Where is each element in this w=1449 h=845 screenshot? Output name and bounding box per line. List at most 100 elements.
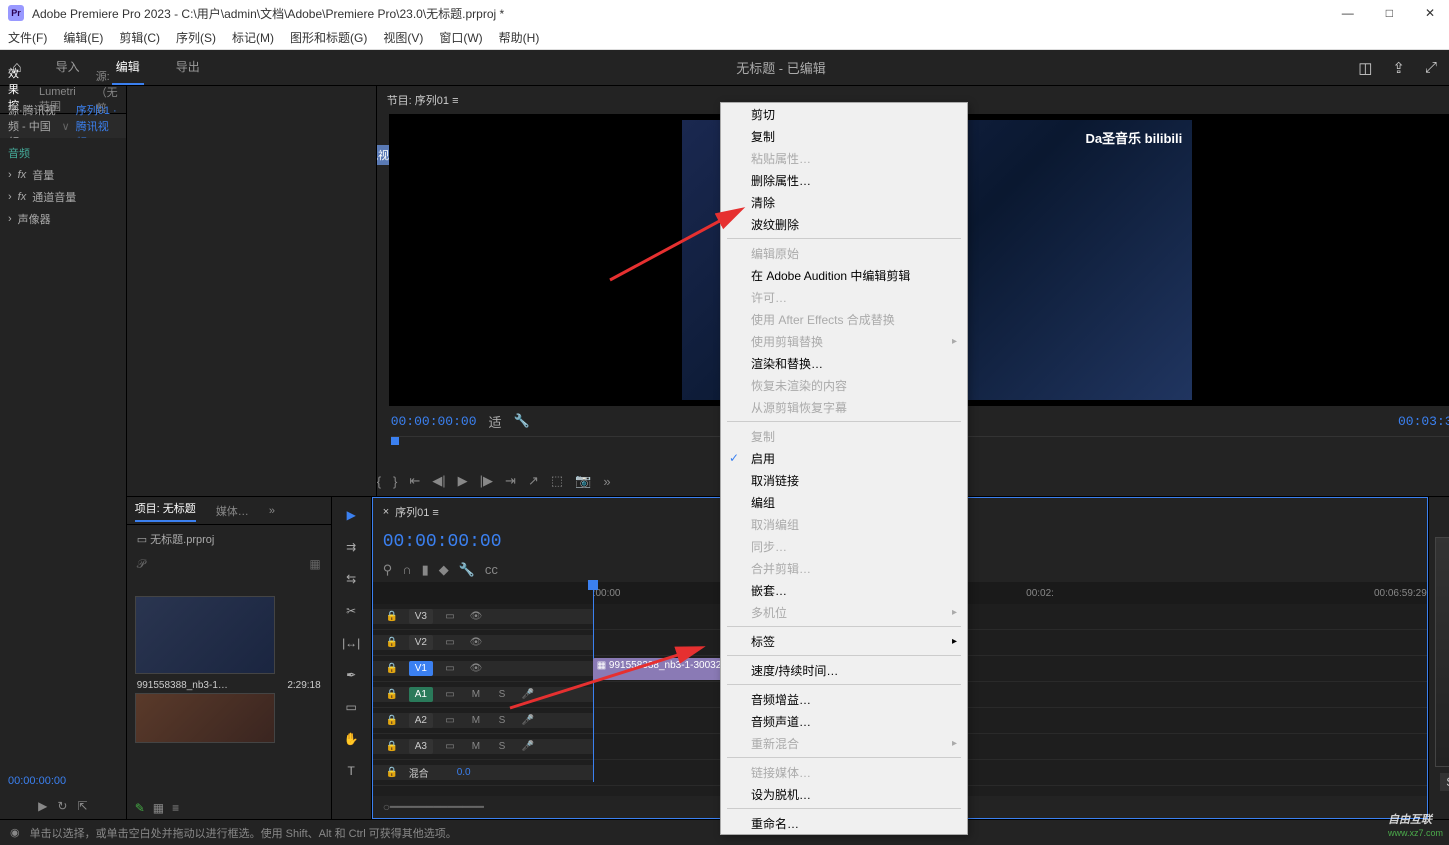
- menu-graphics[interactable]: 图形和标题(G): [290, 29, 367, 46]
- zoom-slider[interactable]: ○━━━━━━━━━━━━━: [383, 800, 484, 814]
- menu-cut[interactable]: 剪切: [721, 103, 967, 125]
- menu-rename[interactable]: 重命名…: [721, 812, 967, 834]
- tab-export[interactable]: 导出: [172, 50, 204, 85]
- audio-section[interactable]: 音频: [8, 145, 30, 161]
- mic-icon[interactable]: 🎤: [519, 689, 537, 700]
- cc-icon[interactable]: ◉: [10, 826, 20, 839]
- solo-button[interactable]: S: [1440, 773, 1449, 791]
- menu-nest[interactable]: 嵌套…: [721, 579, 967, 601]
- menu-edit[interactable]: 编辑(E): [63, 29, 103, 46]
- lift-icon[interactable]: ⬚: [551, 473, 563, 489]
- eye-icon[interactable]: 👁: [467, 637, 485, 648]
- menu-remove-attributes[interactable]: 删除属性…: [721, 169, 967, 191]
- maximize-button[interactable]: □: [1380, 6, 1399, 20]
- menu-replace-clip[interactable]: 使用剪辑替换: [721, 330, 967, 352]
- menu-sync[interactable]: 同步…: [721, 535, 967, 557]
- menu-unlink[interactable]: 取消链接: [721, 469, 967, 491]
- ripple-edit-tool[interactable]: ⇆: [339, 567, 363, 591]
- menu-license[interactable]: 许可…: [721, 286, 967, 308]
- rectangle-tool[interactable]: ▭: [339, 695, 363, 719]
- menu-make-offline[interactable]: 设为脱机…: [721, 783, 967, 805]
- tab-more[interactable]: »: [269, 505, 275, 517]
- export-icon[interactable]: ⇱: [77, 799, 87, 813]
- slip-tool[interactable]: |↔|: [339, 631, 363, 655]
- menu-restore-captions[interactable]: 从源剪辑恢复字幕: [721, 396, 967, 418]
- tab-project[interactable]: 项目: 无标题: [135, 500, 196, 522]
- link-icon[interactable]: ∩: [402, 562, 411, 578]
- pen-icon[interactable]: ✎: [135, 801, 145, 815]
- play-icon[interactable]: ▶: [458, 473, 468, 489]
- menu-edit-audition[interactable]: 在 Adobe Audition 中编辑剪辑: [721, 264, 967, 286]
- track-label-a3[interactable]: A3: [409, 739, 433, 754]
- media-thumbnail[interactable]: [135, 693, 275, 743]
- snap-icon[interactable]: ⚲: [383, 562, 393, 578]
- lock-icon[interactable]: 🔒: [383, 663, 401, 674]
- tab-media[interactable]: 媒体…: [216, 503, 249, 519]
- type-tool[interactable]: T: [339, 759, 363, 783]
- menu-file[interactable]: 文件(F): [8, 29, 47, 46]
- search-icon[interactable]: 𝒫: [137, 557, 146, 571]
- view-icon[interactable]: ▦: [153, 801, 164, 815]
- track-a3[interactable]: [593, 734, 1427, 759]
- track-v2[interactable]: [593, 630, 1427, 655]
- menu-render-replace[interactable]: 渲染和替换…: [721, 352, 967, 374]
- menu-copy[interactable]: 复制: [721, 125, 967, 147]
- share-icon[interactable]: ⇪: [1392, 59, 1405, 77]
- track-select-tool[interactable]: ⇉: [339, 535, 363, 559]
- target-icon[interactable]: ▭: [441, 689, 459, 700]
- effect-volume[interactable]: 音量: [32, 167, 54, 183]
- marker-in-icon[interactable]: {: [377, 474, 381, 489]
- track-label-v2[interactable]: V2: [409, 635, 433, 650]
- menu-audio-gain[interactable]: 音频增益…: [721, 688, 967, 710]
- marker-icon[interactable]: ▮: [422, 562, 429, 578]
- menu-merge[interactable]: 合并剪辑…: [721, 557, 967, 579]
- loop-icon[interactable]: ↻: [57, 799, 67, 813]
- menu-restore-unrendered[interactable]: 恢复未渲染的内容: [721, 374, 967, 396]
- hand-tool[interactable]: ✋: [339, 727, 363, 751]
- target-icon[interactable]: ▭: [441, 637, 459, 648]
- camera-icon[interactable]: 📷: [575, 473, 591, 489]
- timecode[interactable]: 00:00:00:00: [0, 769, 126, 793]
- track-a1[interactable]: [593, 682, 1427, 707]
- program-timecode-right[interactable]: 00:03:31:11: [1398, 414, 1449, 429]
- eye-icon[interactable]: 👁: [467, 611, 485, 622]
- menu-window[interactable]: 窗口(W): [439, 29, 482, 46]
- wrench-icon[interactable]: 🔧: [514, 413, 530, 429]
- filter-icon[interactable]: ▦: [309, 557, 320, 571]
- menu-copy2[interactable]: 复制: [721, 425, 967, 447]
- workspace-icon[interactable]: ◫: [1358, 59, 1372, 77]
- menu-group[interactable]: 编组: [721, 491, 967, 513]
- track-v3[interactable]: [593, 604, 1427, 629]
- menu-edit-original[interactable]: 编辑原始: [721, 242, 967, 264]
- menu-clip[interactable]: 剪辑(C): [119, 29, 160, 46]
- menu-ripple-delete[interactable]: 波纹删除: [721, 213, 967, 235]
- track-a2[interactable]: [593, 708, 1427, 733]
- sequence-tab[interactable]: 序列01 ≡: [395, 504, 439, 520]
- mute-button[interactable]: M: [467, 741, 485, 752]
- step-back-icon[interactable]: ◀|: [432, 473, 445, 489]
- solo-button[interactable]: S: [493, 715, 511, 726]
- pen-tool[interactable]: ✒: [339, 663, 363, 687]
- fit-dropdown[interactable]: 适: [489, 412, 502, 431]
- more-icon[interactable]: »: [603, 474, 610, 489]
- track-label-v1[interactable]: V1: [409, 661, 433, 676]
- captions-icon[interactable]: cc: [485, 562, 498, 578]
- mute-button[interactable]: M: [467, 689, 485, 700]
- solo-button[interactable]: S: [493, 689, 511, 700]
- menu-enable[interactable]: 启用: [721, 447, 967, 469]
- playhead-icon[interactable]: [391, 437, 399, 445]
- menu-label[interactable]: 标签: [721, 630, 967, 652]
- step-forward-icon[interactable]: |▶: [480, 473, 493, 489]
- play-icon[interactable]: ▶: [38, 799, 47, 813]
- close-tab-icon[interactable]: ×: [383, 506, 389, 518]
- close-button[interactable]: ✕: [1419, 6, 1441, 20]
- menu-view[interactable]: 视图(V): [383, 29, 423, 46]
- solo-button[interactable]: S: [493, 741, 511, 752]
- target-icon[interactable]: ▭: [441, 611, 459, 622]
- eye-icon[interactable]: 👁: [467, 663, 485, 674]
- lock-icon[interactable]: 🔒: [383, 611, 401, 622]
- track-label-a1[interactable]: A1: [409, 687, 433, 702]
- program-timecode-left[interactable]: 00:00:00:00: [391, 414, 477, 429]
- effect-channel-volume[interactable]: 通道音量: [32, 189, 76, 205]
- tab-import[interactable]: 导入: [52, 50, 84, 85]
